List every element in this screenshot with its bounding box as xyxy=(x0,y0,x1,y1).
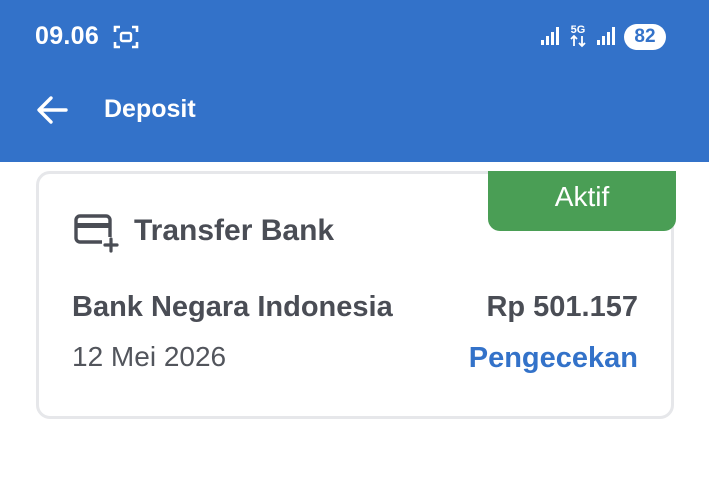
status-badge: Aktif xyxy=(488,171,676,231)
transaction-date: 12 Mei 2026 xyxy=(72,341,227,372)
screenshot-icon xyxy=(113,25,139,49)
page-title: Deposit xyxy=(104,95,196,123)
battery-indicator: 82 xyxy=(624,24,666,50)
card-add-icon xyxy=(74,214,120,253)
status-link[interactable]: Pengecekan xyxy=(469,342,638,375)
status-bar: 09.06 5G 82 xyxy=(0,0,709,72)
signal-icon xyxy=(541,27,559,45)
payment-method: Transfer Bank xyxy=(134,214,335,247)
svg-text:5G: 5G xyxy=(571,24,586,36)
5g-icon: 5G xyxy=(570,24,586,48)
back-button[interactable] xyxy=(30,88,74,132)
deposit-amount: Rp 501.157 xyxy=(486,291,638,323)
signal-icon-secondary xyxy=(597,27,615,45)
arrow-left-icon xyxy=(37,96,68,124)
app-bar: 09.06 5G 82 Deposit xyxy=(0,0,709,162)
bank-name: Bank Negara Indonesia xyxy=(72,291,393,323)
status-time: 09.06 xyxy=(35,22,100,50)
transaction-card[interactable]: Aktif Transfer Bank Bank Negara Indonesi… xyxy=(36,171,676,419)
